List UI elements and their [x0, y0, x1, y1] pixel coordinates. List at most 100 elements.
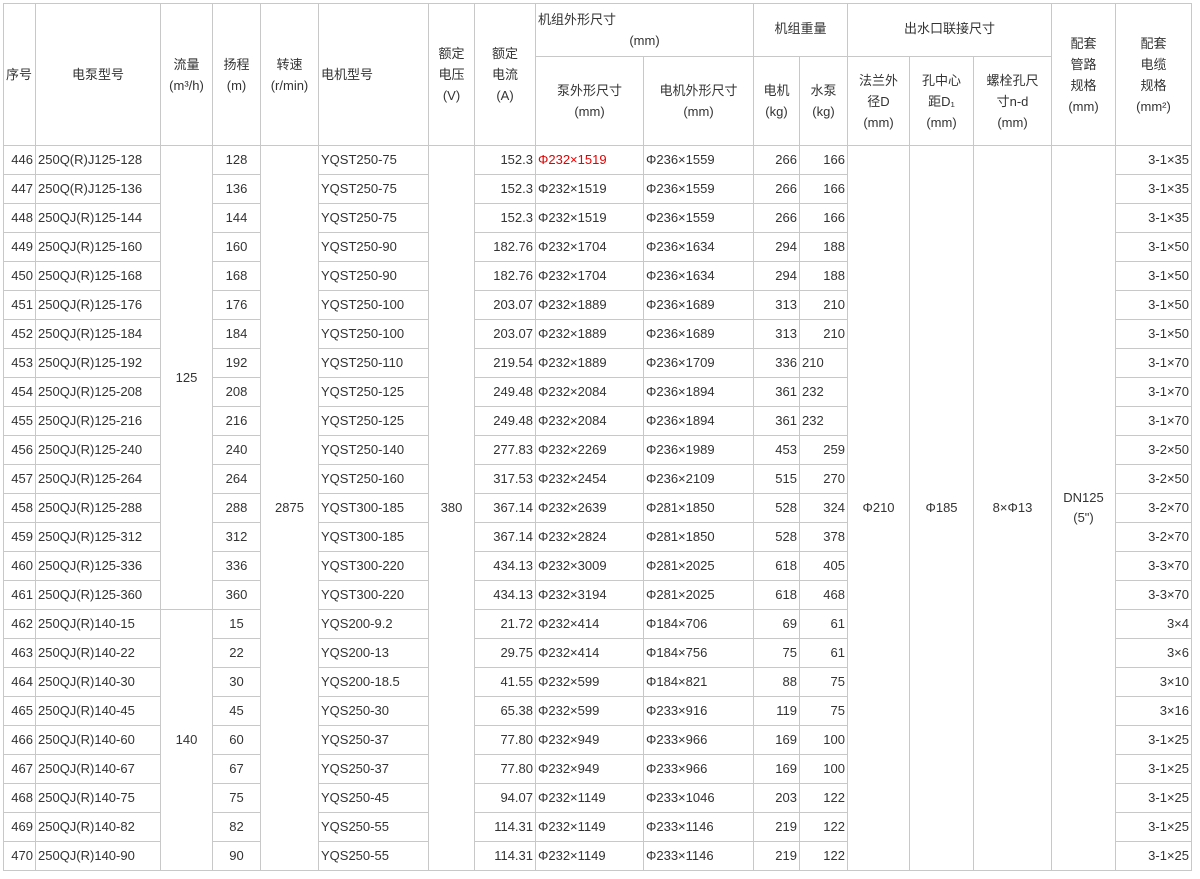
- pump-weight-cell: 210: [799, 290, 848, 320]
- cable-cell: 3-1×25: [1115, 725, 1192, 755]
- pump-model-cell: 250QJ(R)125-192: [35, 348, 161, 378]
- header-motor-model: 电机型号: [318, 3, 429, 146]
- cable-cell: 3-1×50: [1115, 261, 1192, 291]
- motor-model-cell: YQST300-220: [318, 580, 429, 610]
- pump-dims-cell: Φ232×1519: [535, 145, 644, 175]
- row-index: 456: [3, 435, 36, 465]
- current-cell: 94.07: [474, 783, 536, 813]
- current-cell: 317.53: [474, 464, 536, 494]
- cable-cell: 3-1×25: [1115, 841, 1192, 871]
- current-cell: 152.3: [474, 145, 536, 175]
- motor-weight-cell: 266: [753, 203, 800, 233]
- motor-weight-cell: 169: [753, 725, 800, 755]
- row-index: 462: [3, 609, 36, 639]
- pump-weight-cell: 210: [799, 348, 848, 378]
- pump-weight-cell: 468: [799, 580, 848, 610]
- pump-model-cell: 250QJ(R)140-82: [35, 812, 161, 842]
- cable-cell: 3-1×35: [1115, 203, 1192, 233]
- row-index: 446: [3, 145, 36, 175]
- pump-weight-cell: 100: [799, 754, 848, 784]
- motor-dims-cell: Φ233×966: [643, 725, 754, 755]
- cable-cell: 3×16: [1115, 696, 1192, 726]
- pump-model-cell: 250QJ(R)140-45: [35, 696, 161, 726]
- pump-model-cell: 250QJ(R)125-288: [35, 493, 161, 523]
- pump-dims-cell: Φ232×1704: [535, 261, 644, 291]
- row-index: 452: [3, 319, 36, 349]
- motor-dims-cell: Φ236×1689: [643, 319, 754, 349]
- current-cell: 29.75: [474, 638, 536, 668]
- cable-cell: 3-2×50: [1115, 435, 1192, 465]
- pump-dims-cell: Φ232×1889: [535, 348, 644, 378]
- head-cell: 15: [212, 609, 261, 639]
- motor-dims-cell: Φ233×1046: [643, 783, 754, 813]
- motor-weight-cell: 336: [753, 348, 800, 378]
- pump-model-cell: 250QJ(R)125-176: [35, 290, 161, 320]
- pump-weight-cell: 166: [799, 203, 848, 233]
- head-cell: 45: [212, 696, 261, 726]
- motor-model-cell: YQS250-55: [318, 812, 429, 842]
- pump-dims-cell: Φ232×2639: [535, 493, 644, 523]
- header-outlet: 出水口联接尺寸: [847, 3, 1052, 57]
- current-cell: 203.07: [474, 319, 536, 349]
- motor-dims-cell: Φ236×1709: [643, 348, 754, 378]
- header-cable: 配套电缆规格 (mm²): [1115, 3, 1192, 146]
- row-index: 464: [3, 667, 36, 697]
- pipe-size: DN125: [1063, 490, 1104, 505]
- motor-weight-cell: 528: [753, 522, 800, 552]
- pipe-size-inch: (5"): [1073, 510, 1094, 525]
- motor-dims-cell: Φ184×706: [643, 609, 754, 639]
- row-index: 463: [3, 638, 36, 668]
- motor-weight-cell: 361: [753, 377, 800, 407]
- row-index: 468: [3, 783, 36, 813]
- header-motor-dims: 电机外形尺寸 (mm): [643, 56, 754, 146]
- pump-model-cell: 250QJ(R)140-67: [35, 754, 161, 784]
- pump-dims-cell: Φ232×2269: [535, 435, 644, 465]
- pump-dims-cell: Φ232×1149: [535, 841, 644, 871]
- pump-weight-cell: 232: [799, 406, 848, 436]
- header-speed: 转速 (r/min): [260, 3, 319, 146]
- cable-cell: 3-1×70: [1115, 348, 1192, 378]
- pipe-cell: DN125 (5"): [1051, 145, 1116, 871]
- cable-cell: 3-1×70: [1115, 406, 1192, 436]
- motor-model-cell: YQST250-110: [318, 348, 429, 378]
- motor-model-cell: YQST250-160: [318, 464, 429, 494]
- cable-cell: 3-1×35: [1115, 145, 1192, 175]
- current-cell: 367.14: [474, 493, 536, 523]
- pump-weight-cell: 122: [799, 783, 848, 813]
- head-cell: 208: [212, 377, 261, 407]
- motor-weight-cell: 515: [753, 464, 800, 494]
- motor-model-cell: YQS250-45: [318, 783, 429, 813]
- row-index: 470: [3, 841, 36, 871]
- current-cell: 203.07: [474, 290, 536, 320]
- motor-dims-cell: Φ233×916: [643, 696, 754, 726]
- motor-weight-cell: 219: [753, 812, 800, 842]
- pump-weight-cell: 61: [799, 638, 848, 668]
- head-cell: 336: [212, 551, 261, 581]
- motor-model-cell: YQST300-185: [318, 493, 429, 523]
- head-cell: 264: [212, 464, 261, 494]
- current-cell: 152.3: [474, 203, 536, 233]
- head-cell: 288: [212, 493, 261, 523]
- head-cell: 240: [212, 435, 261, 465]
- row-index: 455: [3, 406, 36, 436]
- pump-model-cell: 250Q(R)J125-136: [35, 174, 161, 204]
- row-index: 458: [3, 493, 36, 523]
- pump-weight-cell: 259: [799, 435, 848, 465]
- pump-weight-cell: 324: [799, 493, 848, 523]
- row-index: 459: [3, 522, 36, 552]
- pump-dims-cell: Φ232×414: [535, 609, 644, 639]
- header-current: 额定电流 (A): [474, 3, 536, 146]
- cable-cell: 3-1×25: [1115, 783, 1192, 813]
- motor-dims-cell: Φ281×2025: [643, 551, 754, 581]
- cable-cell: 3-2×70: [1115, 522, 1192, 552]
- motor-model-cell: YQS250-37: [318, 754, 429, 784]
- head-cell: 360: [212, 580, 261, 610]
- flange-cell: Φ210: [847, 145, 910, 871]
- pump-model-cell: 250QJ(R)140-90: [35, 841, 161, 871]
- motor-model-cell: YQS200-13: [318, 638, 429, 668]
- motor-weight-cell: 266: [753, 174, 800, 204]
- pump-weight-cell: 232: [799, 377, 848, 407]
- motor-weight-cell: 618: [753, 551, 800, 581]
- header-hole-dist: 孔中心距D₁ (mm): [909, 56, 974, 146]
- header-weight-motor: 电机 (kg): [753, 56, 800, 146]
